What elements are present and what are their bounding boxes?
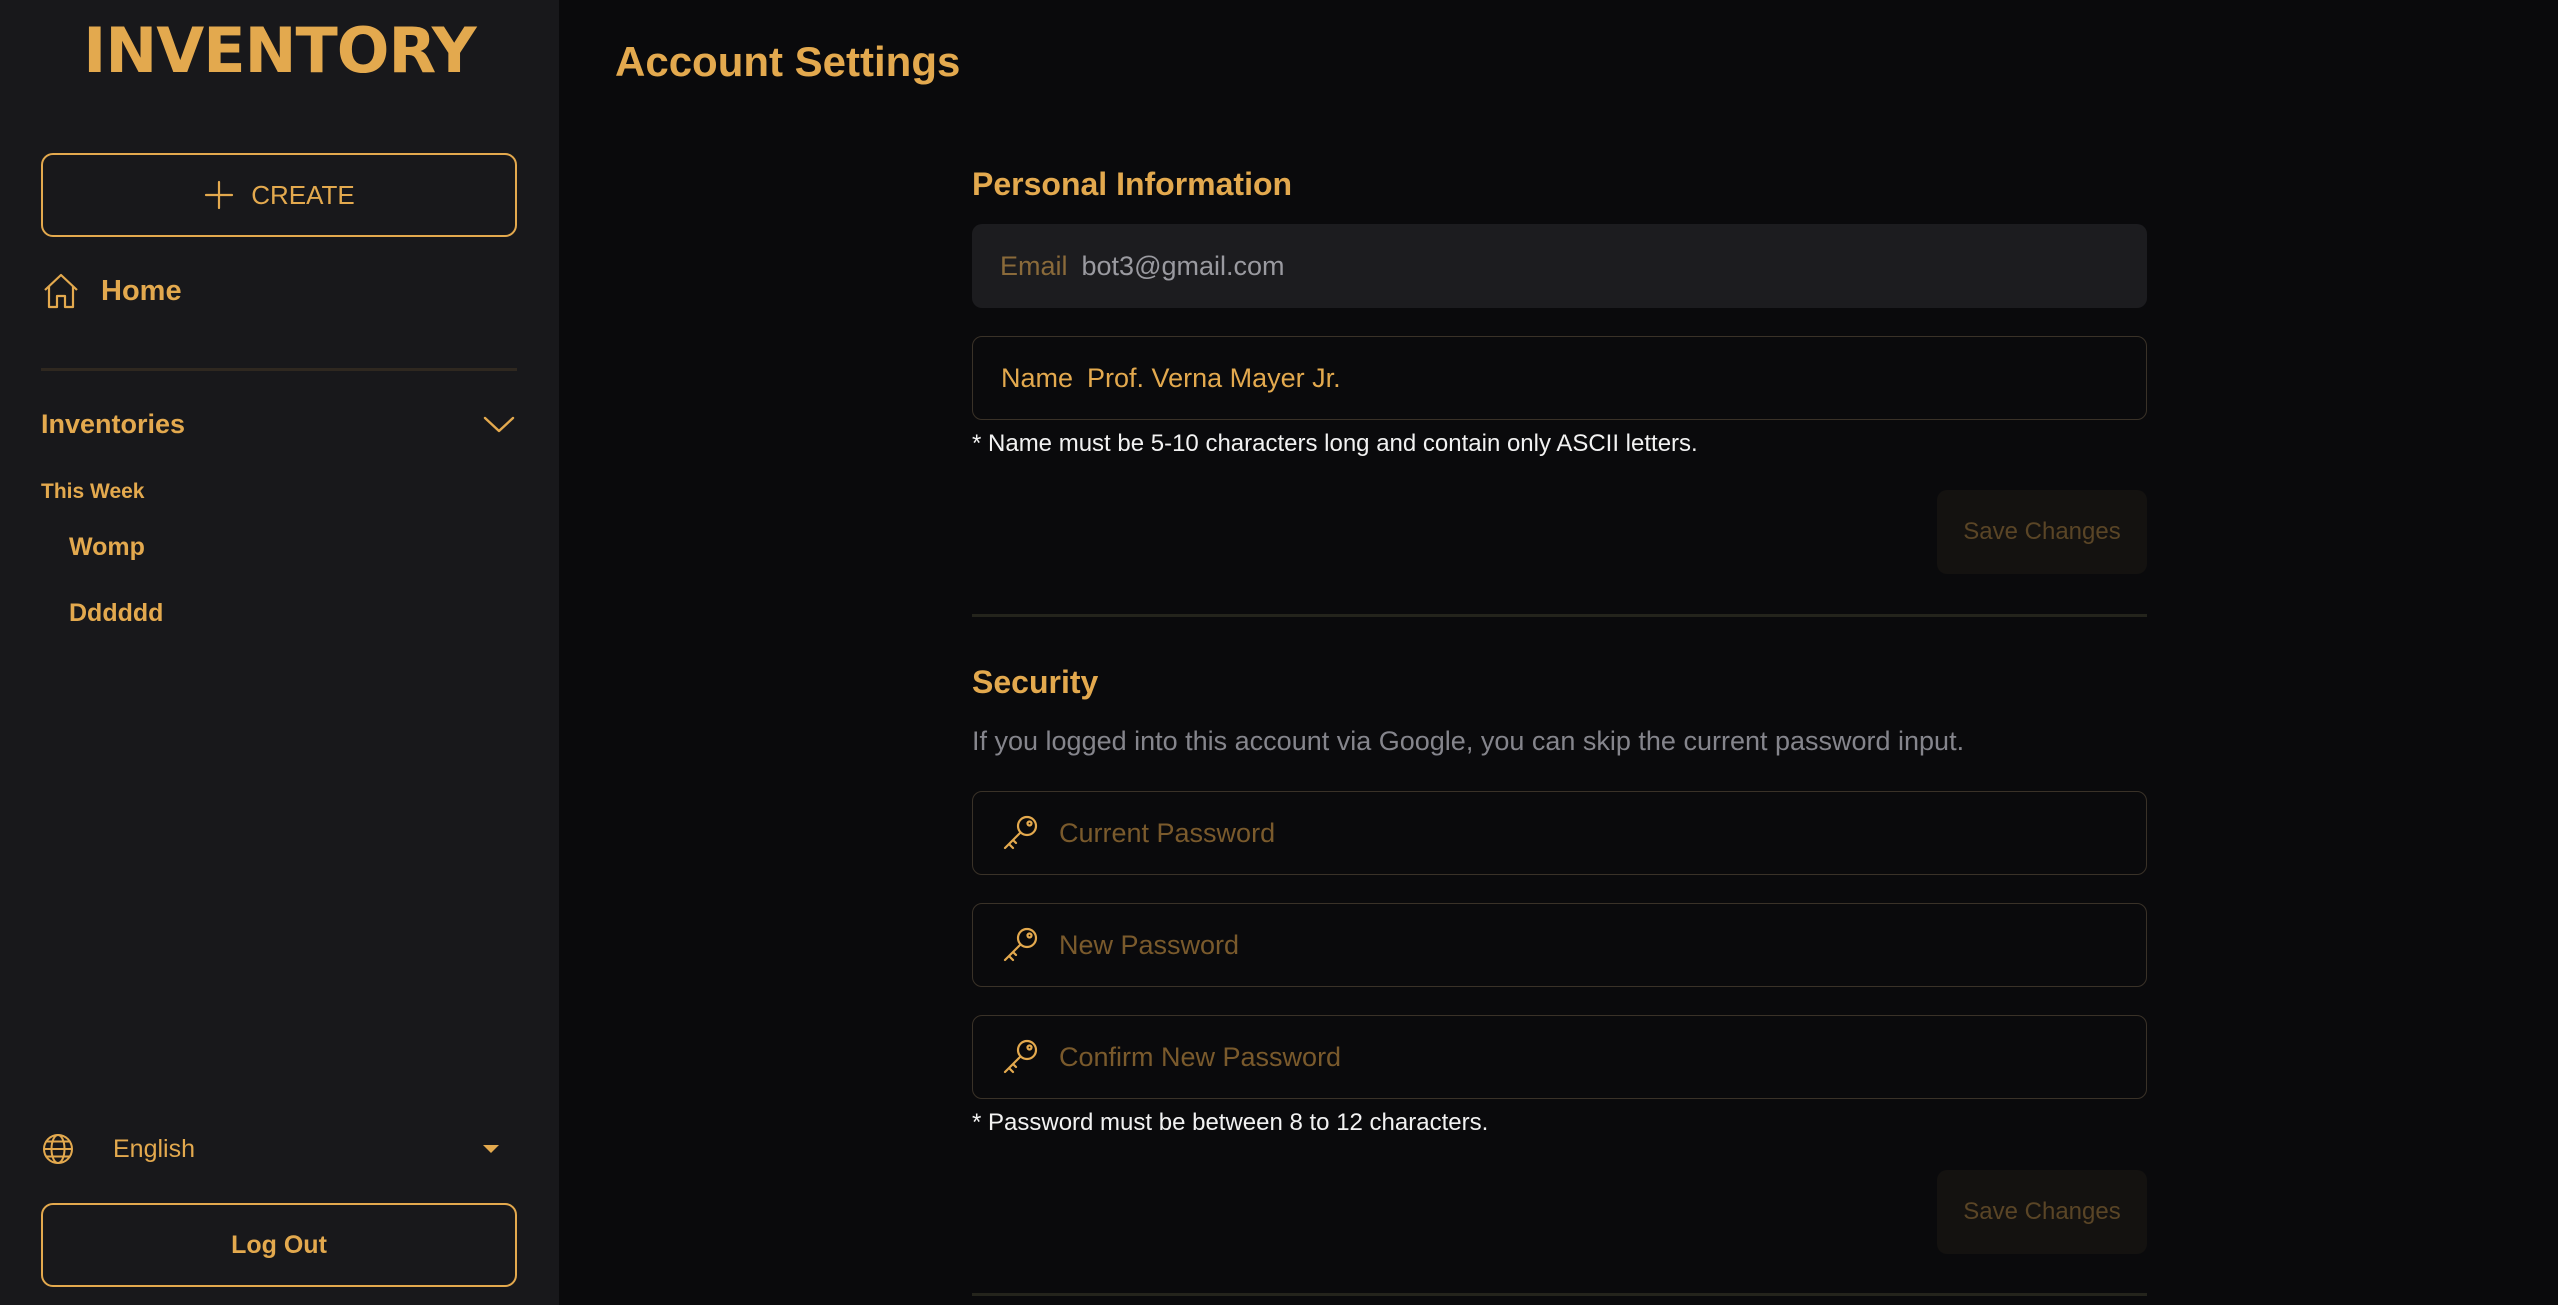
inventories-toggle[interactable]: Inventories	[41, 400, 517, 448]
logout-button[interactable]: Log Out	[41, 1203, 517, 1287]
name-hint: * Name must be 5-10 characters long and …	[972, 430, 1698, 457]
email-label: Email	[1000, 250, 1068, 281]
plus-icon	[205, 180, 234, 210]
create-label: CREATE	[251, 179, 355, 210]
sidebar: INVENTORY CREATE Home Inventories This W…	[0, 0, 559, 1305]
home-icon	[44, 273, 78, 309]
sidebar-item-home[interactable]: Home	[41, 264, 182, 318]
security-heading: Security	[972, 664, 1099, 700]
security-note: If you logged into this account via Goog…	[972, 726, 1965, 756]
new-password-field[interactable]: New Password	[972, 903, 2147, 987]
key-icon	[1003, 927, 1038, 962]
page-title: Account Settings	[615, 38, 961, 85]
email-value: bot3@gmail.com	[1081, 250, 1285, 281]
new-password-placeholder: New Password	[1059, 929, 1240, 960]
sidebar-item-inventory[interactable]: Womp	[69, 533, 145, 562]
app-logo: INVENTORY	[83, 14, 476, 87]
email-field: Email bot3@gmail.com	[972, 224, 2147, 308]
section-divider	[972, 1293, 2147, 1296]
sidebar-divider	[41, 368, 517, 371]
home-label: Home	[101, 274, 182, 307]
key-icon	[1003, 815, 1038, 850]
group-label-this-week: This Week	[41, 480, 145, 503]
confirm-password-field[interactable]: Confirm New Password	[972, 1015, 2147, 1099]
inventories-label: Inventories	[41, 408, 186, 439]
confirm-password-placeholder: Confirm New Password	[1059, 1041, 1342, 1072]
sidebar-item-inventory[interactable]: Dddddd	[69, 599, 163, 628]
name-value[interactable]: Prof. Verna Mayer Jr.	[1087, 363, 1341, 394]
current-password-placeholder: Current Password	[1059, 817, 1276, 848]
save-security-button[interactable]: Save Changes	[1937, 1170, 2147, 1254]
language-selector[interactable]: English	[41, 1128, 499, 1170]
section-divider	[972, 614, 2147, 617]
name-label: Name	[1001, 362, 1074, 393]
password-hint: * Password must be between 8 to 12 chara…	[972, 1109, 1489, 1136]
create-button[interactable]: CREATE	[41, 153, 517, 237]
globe-icon	[43, 1134, 73, 1164]
personal-info-heading: Personal Information	[972, 166, 1293, 202]
key-icon	[1003, 1039, 1038, 1074]
name-field[interactable]: Name Prof. Verna Mayer Jr.	[972, 336, 2147, 420]
language-label: English	[113, 1134, 195, 1163]
chevron-down-icon	[483, 416, 515, 433]
caret-down-icon	[483, 1145, 499, 1153]
save-personal-button[interactable]: Save Changes	[1937, 490, 2147, 574]
current-password-field[interactable]: Current Password	[972, 791, 2147, 875]
